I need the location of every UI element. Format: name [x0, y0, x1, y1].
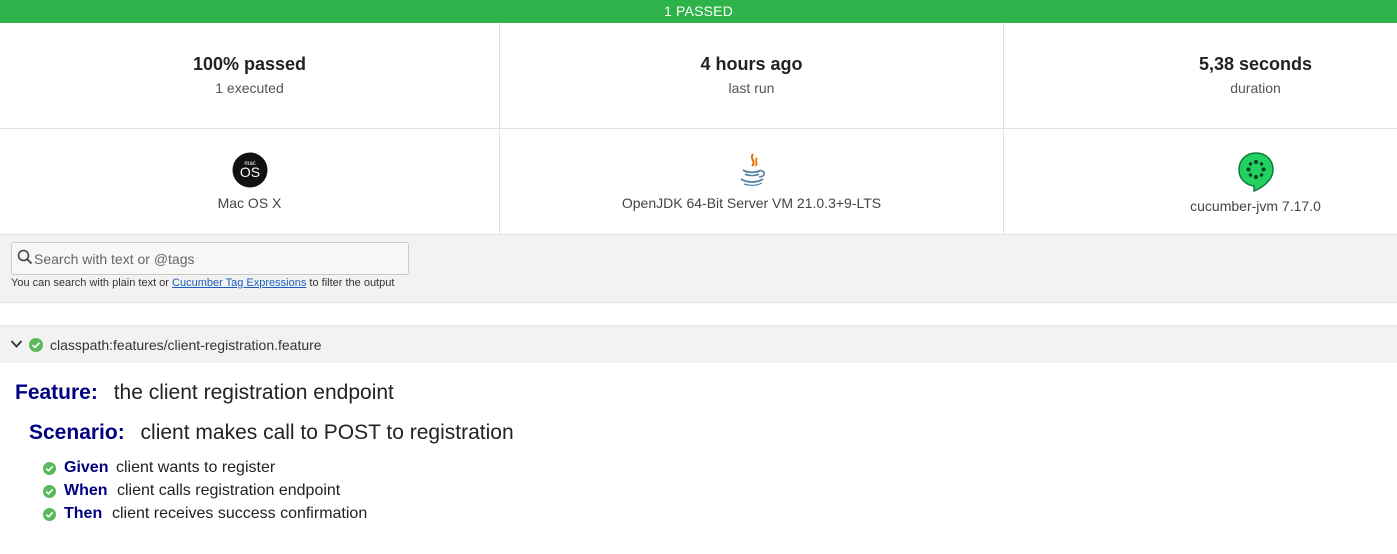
step-keyword: Given	[64, 459, 109, 476]
feature-file-path: classpath:features/client-registration.f…	[50, 337, 322, 353]
step-text: client calls registration endpoint	[117, 482, 341, 499]
feature-name: the client registration endpoint	[113, 381, 394, 404]
passed-stat: 100% passed 1 executed	[0, 23, 500, 129]
last-run-label: last run	[728, 80, 775, 96]
step-keyword: When	[64, 482, 108, 499]
scenario-title: Scenario: client makes call to POST to r…	[29, 421, 514, 445]
framework-info: cucumber-jvm 7.17.0	[1004, 129, 1397, 235]
cucumber-icon	[1237, 152, 1274, 192]
step-keyword: Then	[64, 505, 103, 522]
duration-stat: 5,38 seconds duration	[1004, 23, 1397, 129]
runtime-info: OpenJDK 64-Bit Server VM 21.0.3+9-LTS	[500, 129, 1004, 235]
passed-percentage: 100% passed	[192, 54, 307, 74]
scenario-keyword: Scenario:	[29, 421, 125, 444]
summary-panel: 100% passed 1 executed 4 hours ago last …	[0, 23, 1397, 235]
os-label: Mac OS X	[217, 195, 282, 211]
scenario-name: client makes call to POST to registratio…	[140, 421, 514, 444]
java-icon	[740, 153, 765, 186]
step-text: client receives success confirmation	[112, 505, 368, 522]
executed-count: 1 executed	[215, 80, 284, 96]
macos-icon: mac OS	[232, 152, 267, 188]
status-banner: 1 PASSED	[0, 0, 1397, 23]
search-input[interactable]	[32, 243, 402, 274]
search-help-suffix: to filter the output	[309, 277, 395, 289]
passed-check-icon	[43, 508, 56, 521]
duration-label: duration	[1230, 80, 1281, 96]
search-icon	[17, 249, 33, 265]
runtime-label: OpenJDK 64-Bit Server VM 21.0.3+9-LTS	[621, 195, 882, 211]
duration-value: 5,38 seconds	[1198, 54, 1313, 74]
search-box[interactable]	[11, 242, 409, 275]
search-help-prefix: You can search with plain text or	[11, 277, 169, 289]
passed-check-icon	[29, 338, 43, 352]
passed-check-icon	[43, 485, 56, 498]
search-help-text: You can search with plain text or Cucumb…	[11, 277, 394, 289]
framework-label: cucumber-jvm 7.17.0	[1190, 198, 1321, 214]
feature-keyword: Feature:	[15, 381, 98, 404]
step-text: client wants to register	[116, 459, 276, 476]
feature-file-header[interactable]: classpath:features/client-registration.f…	[0, 325, 1397, 363]
os-info: mac OS Mac OS X	[0, 129, 500, 235]
svg-text:OS: OS	[239, 164, 259, 180]
last-run-stat: 4 hours ago last run	[500, 23, 1004, 129]
feature-title: Feature: the client registration endpoin…	[15, 381, 394, 405]
chevron-down-icon[interactable]	[10, 339, 23, 349]
cucumber-tag-expressions-link[interactable]: Cucumber Tag Expressions	[172, 277, 306, 289]
search-panel: You can search with plain text or Cucumb…	[0, 235, 1397, 303]
last-run-value: 4 hours ago	[700, 54, 803, 74]
passed-check-icon	[43, 462, 56, 475]
